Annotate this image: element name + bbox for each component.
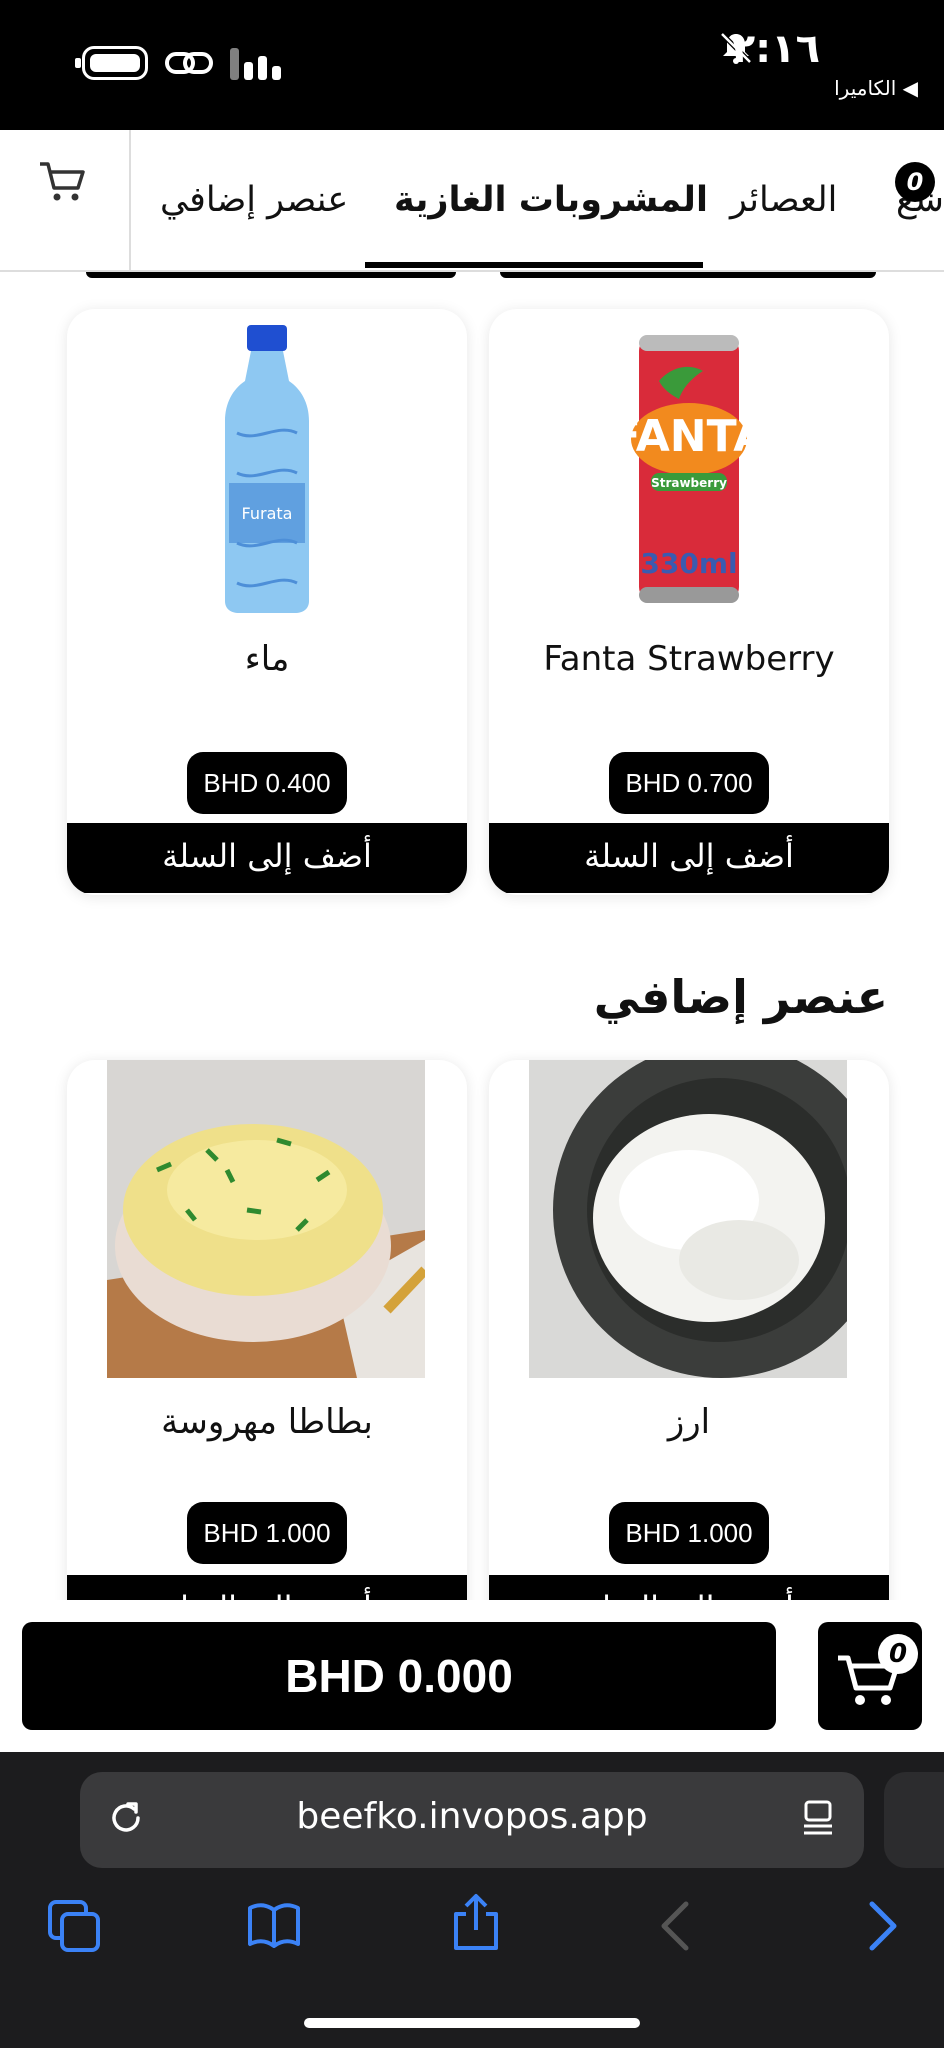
rice-image — [529, 1060, 847, 1378]
cart-count-badge: 0 — [878, 1634, 918, 1674]
water-bottle-image: Furata — [225, 325, 309, 613]
product-card-rice[interactable]: ارز BHD 1.000 أضف إلى السلة — [489, 1060, 889, 1600]
add-to-cart-button[interactable]: أضف إلى السلة — [489, 823, 889, 893]
svg-text:Strawberry: Strawberry — [651, 476, 727, 490]
add-to-cart-button[interactable]: أضف إلى السلة — [67, 1575, 467, 1600]
cart-tab-button[interactable] — [0, 130, 131, 270]
previous-card-edge — [86, 272, 456, 278]
next-tab-preview[interactable] — [884, 1772, 944, 1868]
tab-badge: 0 — [895, 162, 935, 202]
product-price: BHD 1.000 — [187, 1502, 347, 1564]
product-price: BHD 1.000 — [609, 1502, 769, 1564]
cart-button[interactable]: 0 — [818, 1622, 922, 1730]
mashed-potato-image — [107, 1060, 425, 1378]
forward-icon[interactable] — [862, 1898, 902, 1954]
product-name: بطاطا مهروسة — [161, 1402, 373, 1442]
svg-text:330ml: 330ml — [640, 547, 737, 580]
tabs-icon[interactable] — [46, 1898, 102, 1954]
status-bar: ٢:١٦ ◀ الكاميرا — [0, 0, 944, 130]
back-icon[interactable] — [656, 1898, 696, 1954]
fanta-can-image: FANTA Strawberry 330ml — [631, 335, 747, 603]
address-bar[interactable]: beefko.invopos.app — [80, 1772, 864, 1868]
battery-icon — [82, 46, 148, 80]
browser-chrome: beefko.invopos.app — [0, 1752, 944, 2048]
tab-soft-drinks[interactable]: المشروبات الغازية — [394, 180, 708, 220]
reader-mode-icon[interactable] — [798, 1798, 838, 1838]
url-text: beefko.invopos.app — [296, 1796, 648, 1837]
svg-text:FANTA: FANTA — [631, 411, 747, 462]
product-card-mashed-potato[interactable]: بطاطا مهروسة BHD 1.000 أضف إلى السلة — [67, 1060, 467, 1600]
order-bar: BHD 0.000 0 — [0, 1600, 944, 1752]
cart-icon — [40, 162, 85, 201]
product-name: ماء — [244, 639, 290, 679]
product-name: ارز — [667, 1402, 711, 1442]
signal-icon — [230, 48, 282, 80]
add-to-cart-button[interactable]: أضف إلى السلة — [67, 823, 467, 893]
bookmarks-icon[interactable] — [246, 1898, 302, 1954]
section-title-extras: عنصر إضافي — [593, 970, 888, 1024]
product-price: BHD 0.700 — [609, 752, 769, 814]
product-price: BHD 0.400 — [187, 752, 347, 814]
share-icon[interactable] — [448, 1892, 504, 1952]
add-to-cart-button[interactable]: أضف إلى السلة — [489, 1575, 889, 1600]
product-list: FANTA Strawberry 330ml Fanta Strawberry … — [0, 272, 944, 1600]
tab-extra-item[interactable]: عنصر إضافي — [160, 180, 348, 220]
tab-juices[interactable]: العصائر — [730, 180, 837, 220]
order-total-button[interactable]: BHD 0.000 — [22, 1622, 776, 1730]
product-name: Fanta Strawberry — [543, 639, 835, 679]
link-icon — [165, 52, 213, 74]
status-time: ٢:١٦ — [730, 26, 820, 72]
battery-tip — [75, 58, 81, 68]
back-to-app-link[interactable]: ◀ الكاميرا — [834, 76, 918, 100]
svg-text:Furata: Furata — [242, 504, 293, 523]
home-indicator — [304, 2018, 640, 2028]
category-tab-bar: عنصر إضافي المشروبات الغازية العصائر شع … — [0, 130, 944, 272]
product-card-water[interactable]: Furata ماء BHD 0.400 أضف إلى السلة — [67, 309, 467, 895]
previous-card-edge — [500, 272, 876, 278]
product-card-fanta[interactable]: FANTA Strawberry 330ml Fanta Strawberry … — [489, 309, 889, 895]
active-tab-indicator — [365, 262, 703, 268]
